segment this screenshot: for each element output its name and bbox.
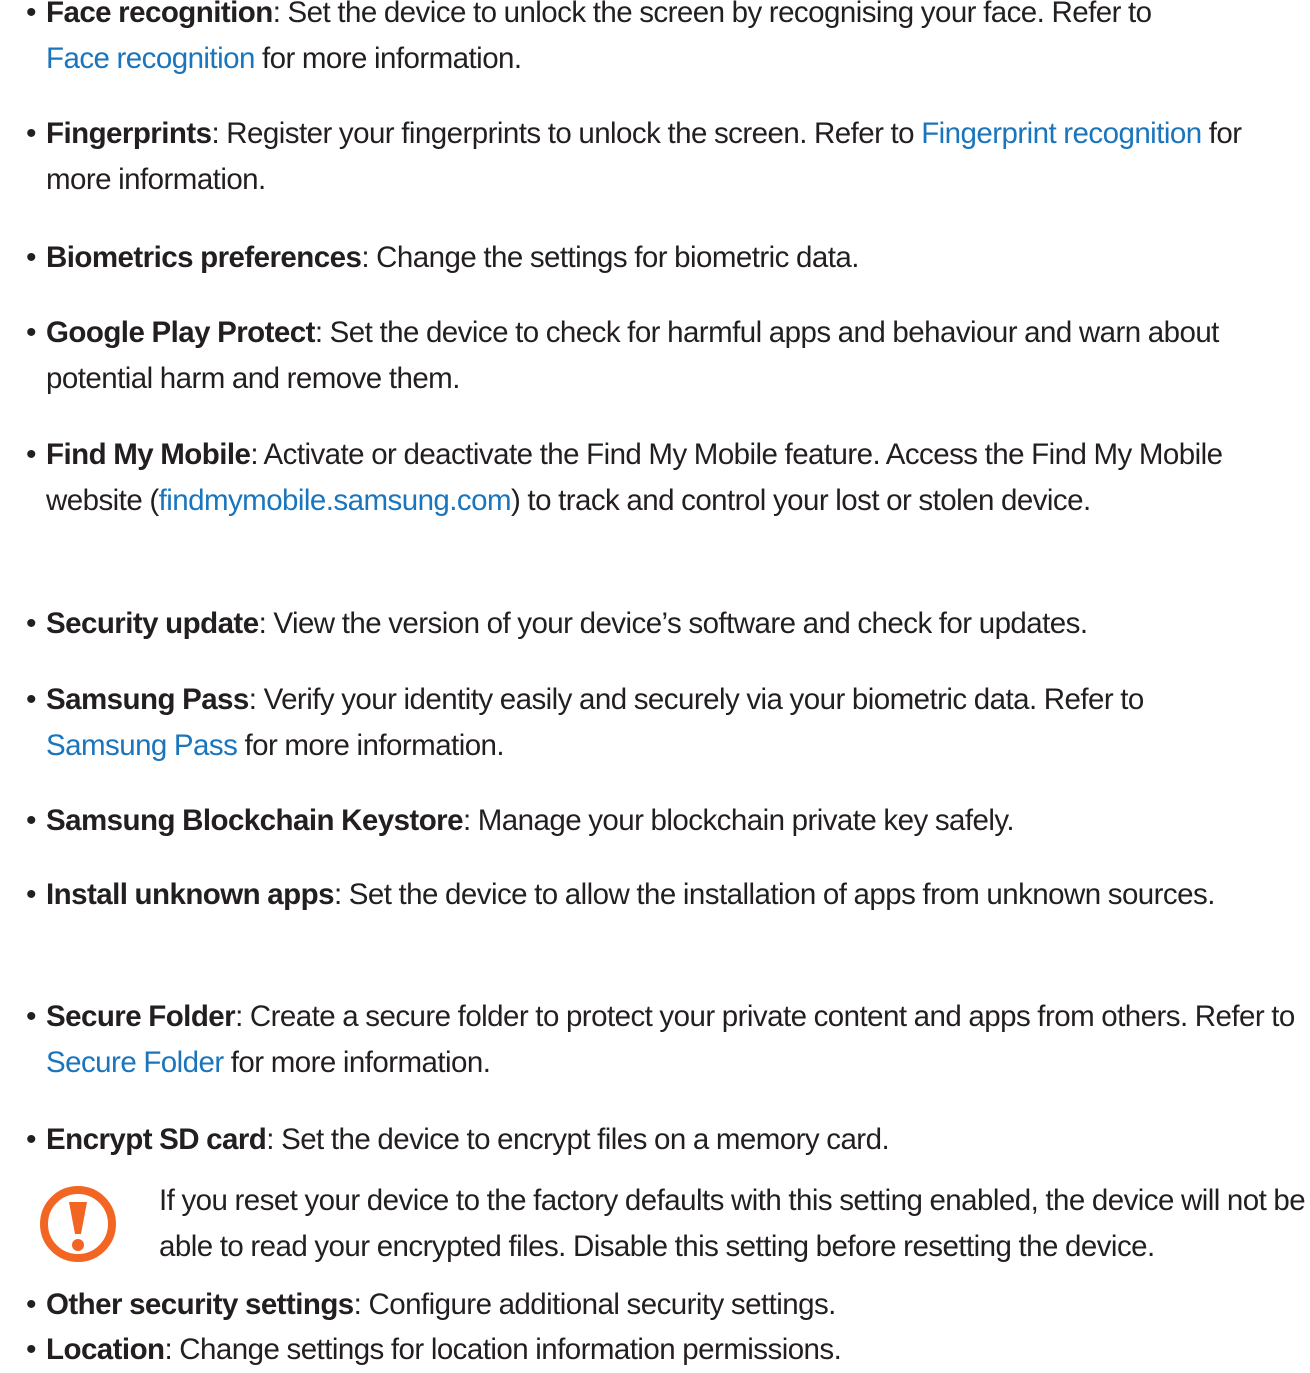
item-description: : Register your fingerprints to unlock t… bbox=[211, 117, 922, 150]
list-item-text: Google Play Protect: Set the device to c… bbox=[46, 310, 1308, 402]
link-findmymobile-website[interactable]: findmymobile.samsung.com bbox=[159, 484, 512, 517]
bullet: • bbox=[26, 607, 37, 640]
item-description: : Manage your blockchain private key saf… bbox=[462, 804, 1015, 837]
link-face-recognition[interactable]: Face recognition bbox=[46, 42, 255, 75]
list-item-text: Encrypt SD card: Set the device to encry… bbox=[46, 1117, 1308, 1163]
item-description-end: for more information. bbox=[223, 1046, 491, 1079]
item-term: Biometrics preferences bbox=[46, 241, 362, 274]
item-term: Encrypt SD card bbox=[46, 1123, 267, 1156]
link-secure-folder[interactable]: Secure Folder bbox=[46, 1046, 224, 1079]
caution-icon bbox=[36, 1182, 120, 1266]
item-description: : Change settings for location informati… bbox=[164, 1333, 842, 1366]
item-term: Location bbox=[46, 1333, 165, 1366]
item-description-end: for more information. bbox=[254, 42, 522, 75]
bullet: • bbox=[26, 1000, 37, 1033]
item-term: Samsung Blockchain Keystore bbox=[46, 804, 464, 837]
list-item-text: Biometrics preferences: Change the setti… bbox=[46, 235, 1308, 281]
list-item-text: Secure Folder: Create a secure folder to… bbox=[46, 994, 1308, 1086]
list-item-text: Samsung Pass: Verify your identity easil… bbox=[46, 677, 1308, 769]
list-item-text: Security update: View the version of you… bbox=[46, 601, 1308, 647]
list-item-text: Install unknown apps: Set the device to … bbox=[46, 872, 1308, 918]
item-term: Google Play Protect bbox=[46, 316, 315, 349]
bullet: • bbox=[26, 1123, 37, 1156]
item-description: : Set the device to unlock the screen by… bbox=[272, 0, 1152, 29]
list-item-text: Location: Change settings for location i… bbox=[46, 1327, 1308, 1373]
caution-note: If you reset your device to the factory … bbox=[36, 1178, 1306, 1318]
bullet: • bbox=[26, 316, 37, 349]
bullet: • bbox=[26, 117, 37, 150]
list-item-text: Find My Mobile: Activate or deactivate t… bbox=[46, 432, 1308, 524]
document-page: • Face recognition: Set the device to un… bbox=[0, 0, 1310, 1366]
item-description: : Set the device to allow the installati… bbox=[333, 878, 1215, 911]
bullet: • bbox=[26, 241, 37, 274]
caution-text: If you reset your device to the factory … bbox=[159, 1184, 1306, 1263]
item-term: Secure Folder bbox=[46, 1000, 236, 1033]
bullet: • bbox=[26, 438, 37, 471]
item-description-end: for more information. bbox=[237, 729, 505, 762]
item-description: : Change the settings for biometric data… bbox=[361, 241, 859, 274]
item-term: Face recognition bbox=[46, 0, 273, 29]
item-term: Samsung Pass bbox=[46, 683, 249, 716]
item-description: : Create a secure folder to protect your… bbox=[235, 1000, 1295, 1033]
list-item-text: Fingerprints: Register your fingerprints… bbox=[46, 111, 1308, 203]
list-item-text: Face recognition: Set the device to unlo… bbox=[46, 0, 1308, 82]
link-fingerprint-recognition[interactable]: Fingerprint recognition bbox=[921, 117, 1202, 150]
link-samsung-pass[interactable]: Samsung Pass bbox=[46, 729, 238, 762]
bullet: • bbox=[26, 878, 37, 911]
bullet: • bbox=[26, 1288, 37, 1321]
item-description-end: ) to track and control your lost or stol… bbox=[511, 484, 1091, 517]
item-term: Fingerprints bbox=[46, 117, 212, 150]
bullet: • bbox=[26, 0, 37, 29]
item-description: : Verify your identity easily and secure… bbox=[248, 683, 1145, 716]
item-term: Find My Mobile bbox=[46, 438, 251, 471]
bullet: • bbox=[26, 683, 37, 716]
bullet: • bbox=[26, 1333, 37, 1366]
item-term: Security update bbox=[46, 607, 259, 640]
item-description: : Set the device to encrypt files on a m… bbox=[266, 1123, 890, 1156]
item-term: Install unknown apps bbox=[46, 878, 335, 911]
list-item-text: Samsung Blockchain Keystore: Manage your… bbox=[46, 798, 1308, 844]
item-description: : View the version of your device’s soft… bbox=[258, 607, 1088, 640]
bullet: • bbox=[26, 804, 37, 837]
